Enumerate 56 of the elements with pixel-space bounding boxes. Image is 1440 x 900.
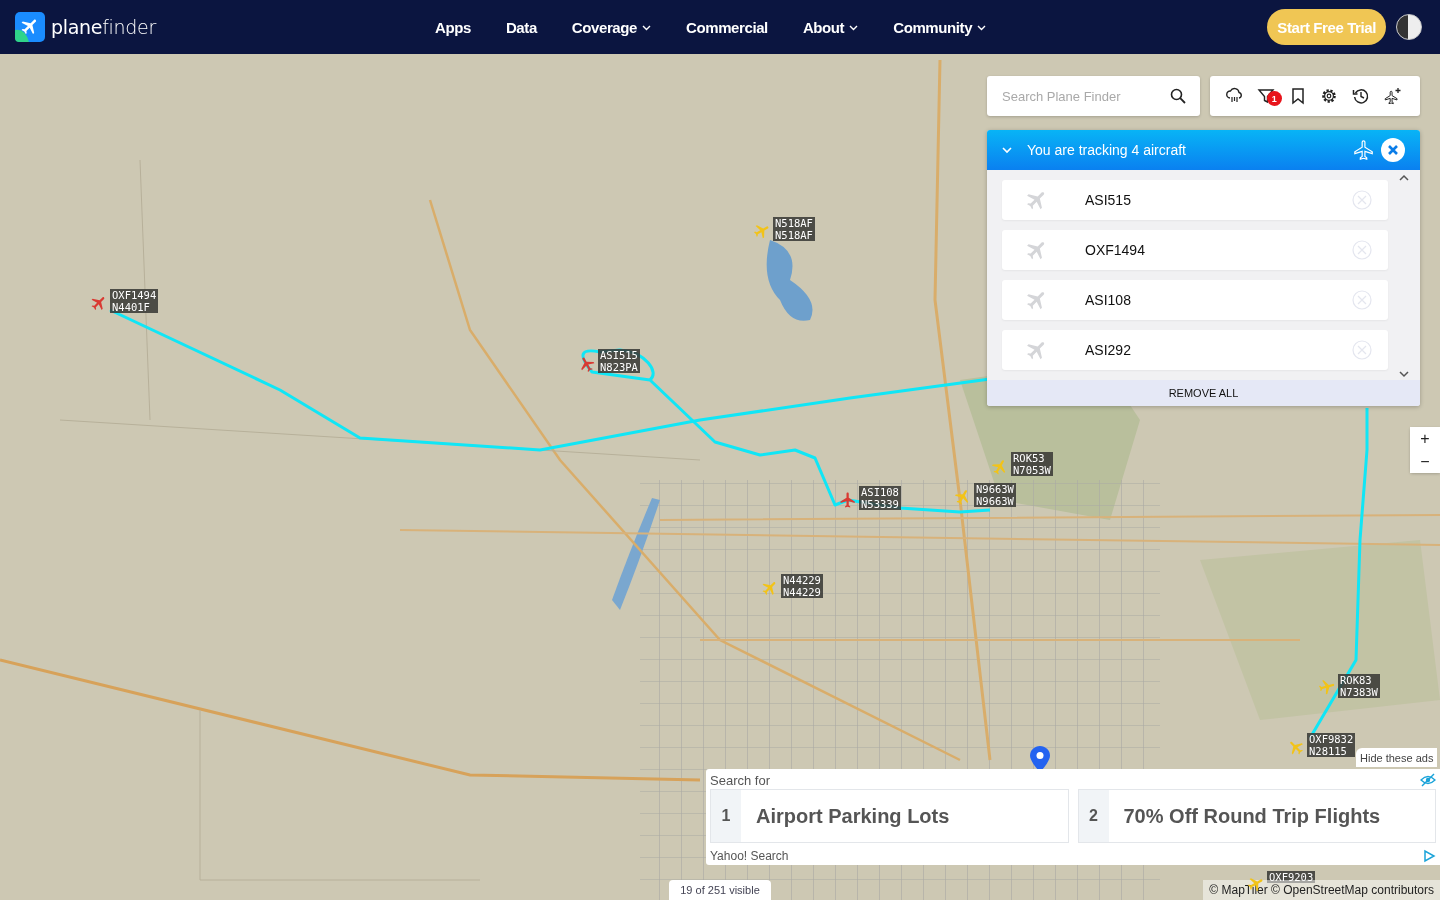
aircraft-label[interactable]: ROK53 N7053W [1011,452,1053,476]
result-text: Airport Parking Lots [755,804,950,828]
hidden-eye-icon[interactable] [1420,773,1436,787]
nav-link[interactable]: Commercial [686,18,768,36]
plane-add-icon[interactable] [1384,87,1402,105]
tracked-aircraft-item[interactable]: ASI515 [1002,180,1388,220]
result-number: 2 [1078,790,1109,842]
logo-icon[interactable] [15,12,45,42]
aircraft-callsign: ASI515 [1085,192,1132,208]
result-text: 70% Off Round Trip Flights [1122,804,1381,828]
nav-link[interactable]: Apps [435,18,471,36]
nav-link[interactable]: Coverage [571,18,651,36]
aircraft-callsign: ASI292 [1085,342,1132,358]
aircraft-callsign: ASI108 [1085,292,1132,308]
aircraft-label[interactable]: N9663W N9663W [974,483,1016,507]
aircraft-label[interactable]: N518AF N518AF [773,217,815,241]
nav-link[interactable]: Data [505,18,537,36]
tracked-aircraft-item[interactable]: OXF1494 [1002,230,1388,270]
ad-result-link[interactable]: 1 Airport Parking Lots [710,789,1069,843]
scroll-down-icon[interactable] [1399,370,1409,378]
search-icon[interactable] [1170,88,1186,104]
scroll-up-icon[interactable] [1399,174,1409,182]
play-icon[interactable] [1422,849,1436,863]
panel-title: You are tracking 4 aircraft [1027,142,1187,158]
search-field[interactable]: Search Plane Finder [987,76,1200,116]
aircraft-label[interactable]: OXF1494 N4401F [110,289,159,313]
aircraft-callsign: OXF1494 [1085,242,1146,258]
cloud-icon[interactable] [1225,87,1243,105]
settings-icon[interactable] [1320,87,1339,105]
zoom-button[interactable]: − [1410,450,1440,473]
nav-link[interactable]: Community [893,18,987,36]
aircraft-label[interactable]: OXF9832 N28115 [1307,733,1356,757]
logo-text[interactable]: planefinder [51,16,156,38]
attribution: © MapTiler © OpenStreetMap contributors [1203,880,1440,900]
tracked-aircraft-item[interactable]: ASI292 [1002,330,1388,370]
zoom-button[interactable]: + [1410,427,1440,450]
nav-link[interactable]: About [802,18,859,36]
aircraft-label[interactable]: OXF9203 [1267,871,1316,883]
aircraft-label[interactable]: ROK83 N7383W [1338,674,1380,698]
result-number: 1 [711,790,741,842]
chevron-icon[interactable] [1001,144,1013,156]
visible-count: 19 of 251 visible [669,880,771,900]
ad-heading: Search for [710,772,770,788]
aircraft-label[interactable]: ASI515 N823PA [598,349,640,373]
ad-source: Yahoo! Search [710,849,789,863]
aircraft-label[interactable]: N44229 N44229 [781,574,823,598]
notification-badge: 1 [1266,91,1282,106]
tracked-aircraft-item[interactable]: ASI108 [1002,280,1388,320]
history-icon[interactable] [1352,87,1371,105]
aircraft-label[interactable]: ASI108 N53339 [859,486,901,510]
close-icon[interactable] [1381,138,1405,162]
plane-icon [1353,139,1375,161]
hide-ads-link[interactable]: Hide these ads [1356,748,1438,767]
remove-all-button[interactable]: REMOVE ALL [987,380,1420,406]
avatar[interactable] [1396,14,1422,40]
ad-result-link[interactable]: 2 70% Off Round Trip Flights [1077,789,1436,843]
